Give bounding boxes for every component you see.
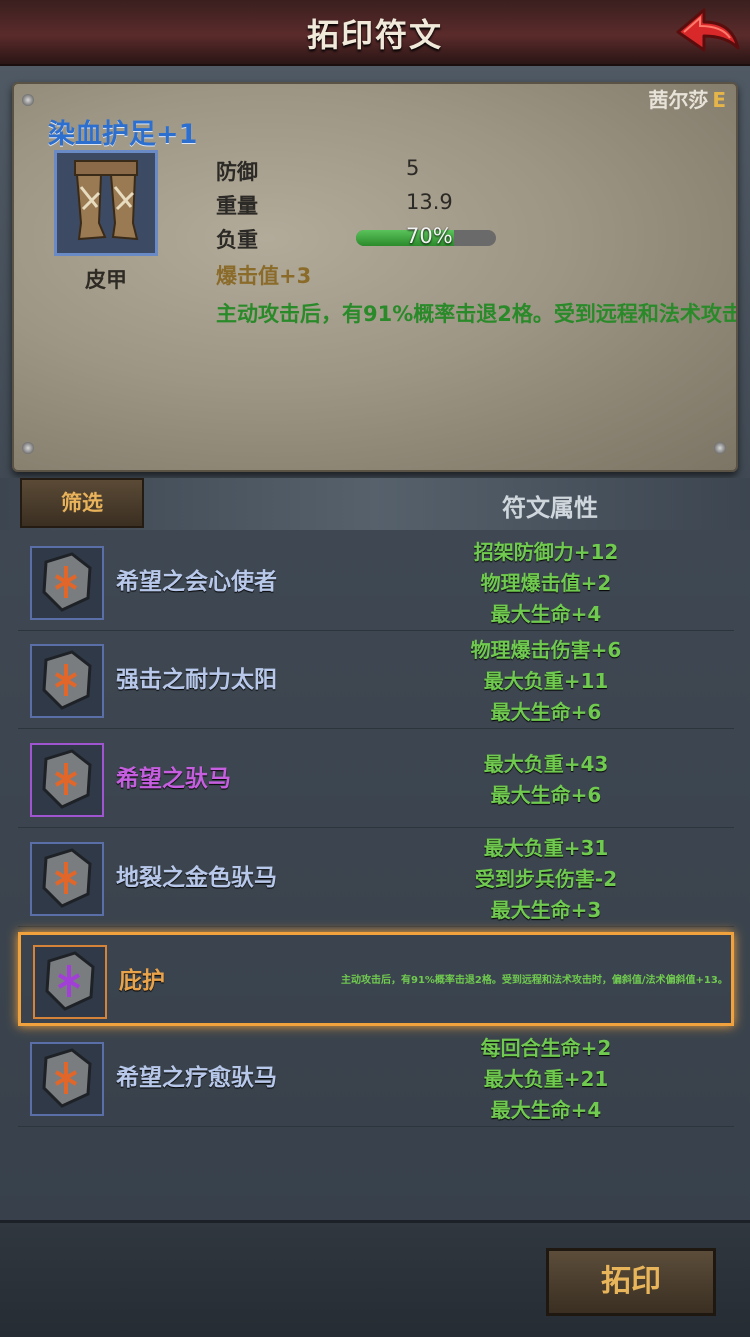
rune-row[interactable]: 庇护 主动攻击后，有91%概率击退2格。受到远程和法术攻击时，偏斜值/法术偏斜值+… xyxy=(18,932,734,1026)
back-button[interactable] xyxy=(672,4,744,60)
owner-grade: E xyxy=(712,88,726,112)
nail-icon xyxy=(714,442,726,454)
owner-name: 茜尔莎 xyxy=(648,88,709,112)
rune-attribute-line: 物理爆击值+2 xyxy=(480,570,612,595)
rune-attribute-line: 每回合生命+2 xyxy=(480,1035,612,1060)
passive-effect: 主动攻击后，有91%概率击退2格。受到远程和法术攻击时 xyxy=(216,302,736,326)
rune-name: 地裂之金色驮马 xyxy=(116,865,277,891)
rune-attribute-line: 招架防御力+12 xyxy=(473,539,619,564)
stat-value-load: 70% xyxy=(406,224,453,248)
rune-stone-icon xyxy=(30,644,104,718)
rune-attribute-line: 最大负重+43 xyxy=(483,752,609,776)
rune-attributes: 最大负重+31 受到步兵伤害-2 最大生命+3 xyxy=(406,833,686,926)
rune-attribute-line: 物理爆击伤害+6 xyxy=(470,637,622,662)
stat-value-defense: 5 xyxy=(406,156,420,180)
stat-label-load: 负重 xyxy=(216,228,258,252)
top-bar: 拓印符文 xyxy=(0,0,750,66)
rune-attribute-line: 受到步兵伤害-2 xyxy=(474,866,618,891)
rune-attribute-line: 最大负重+31 xyxy=(483,835,609,860)
rune-attributes: 物理爆击伤害+6 最大负重+11 最大生命+6 xyxy=(406,635,686,728)
stat-label-defense: 防御 xyxy=(216,160,258,184)
item-type: 皮甲 xyxy=(85,268,127,292)
rune-name: 庇护 xyxy=(119,968,165,994)
rune-stone-icon xyxy=(30,743,104,817)
rune-name: 希望之疗愈驮马 xyxy=(116,1065,277,1091)
filter-button[interactable]: 筛选 xyxy=(20,478,144,528)
rune-attribute-line: 最大生命+6 xyxy=(490,783,602,807)
rune-list: 希望之会心使者 招架防御力+12 物理爆击值+2 最大生命+4 强击之耐力太阳 物理爆击伤… xyxy=(0,536,750,1136)
crit-bonus: 爆击值+3 xyxy=(216,264,312,288)
rune-stone-icon xyxy=(30,842,104,916)
rune-row[interactable]: 强击之耐力太阳 物理爆击伤害+6 最大负重+11 最大生命+6 xyxy=(18,634,734,729)
imprint-button[interactable]: 拓印 xyxy=(546,1248,716,1316)
rune-attributes: 每回合生命+2 最大负重+21 最大生命+4 xyxy=(406,1033,686,1126)
rune-attribute-line: 最大负重+11 xyxy=(483,668,609,693)
rune-row[interactable]: 地裂之金色驮马 最大负重+31 受到步兵伤害-2 最大生命+3 xyxy=(18,832,734,927)
rune-name: 希望之驮马 xyxy=(116,766,231,792)
rune-attribute-line: 最大生命+3 xyxy=(490,897,602,922)
rune-description: 主动攻击后，有91%概率击退2格。受到远程和法术攻击时，偏斜值/法术偏斜值+13… xyxy=(341,975,728,986)
leather-boots-icon xyxy=(74,160,139,241)
rune-attribute-line: 最大生命+4 xyxy=(490,601,602,626)
rune-attribute-line: 最大生命+6 xyxy=(490,699,602,724)
item-detail-card: 茜尔莎 E 染血护足+1 皮甲 防御 5 重量 13.9 负重 70% 爆击值+3… xyxy=(12,82,738,472)
rune-attributes: 最大负重+43 最大生命+6 xyxy=(406,749,686,811)
rune-stone-icon xyxy=(33,945,107,1019)
nail-icon xyxy=(22,442,34,454)
back-arrow-icon xyxy=(676,8,740,52)
rune-attribute-line: 最大生命+4 xyxy=(490,1097,602,1122)
rune-stone-icon xyxy=(30,546,104,620)
nail-icon xyxy=(22,94,34,106)
rune-row[interactable]: 希望之会心使者 招架防御力+12 物理爆击值+2 最大生命+4 xyxy=(18,536,734,631)
rune-name: 希望之会心使者 xyxy=(116,569,277,595)
stat-label-weight: 重量 xyxy=(216,194,258,218)
page-title: 拓印符文 xyxy=(306,16,443,54)
rune-row[interactable]: 希望之驮马 最大负重+43 最大生命+6 xyxy=(18,733,734,828)
rune-name: 强击之耐力太阳 xyxy=(116,667,277,693)
rune-attributes-header: 符文属性 xyxy=(502,494,598,522)
rune-stone-icon xyxy=(30,1042,104,1116)
rune-attributes: 招架防御力+12 物理爆击值+2 最大生命+4 xyxy=(406,537,686,630)
owner-label: 茜尔莎 E xyxy=(648,84,726,113)
item-name: 染血护足+1 xyxy=(48,119,198,150)
stat-value-weight: 13.9 xyxy=(406,190,453,214)
rune-attribute-line: 最大负重+21 xyxy=(483,1066,609,1091)
rune-row[interactable]: 希望之疗愈驮马 每回合生命+2 最大负重+21 最大生命+4 xyxy=(18,1032,734,1127)
item-icon xyxy=(54,150,158,256)
